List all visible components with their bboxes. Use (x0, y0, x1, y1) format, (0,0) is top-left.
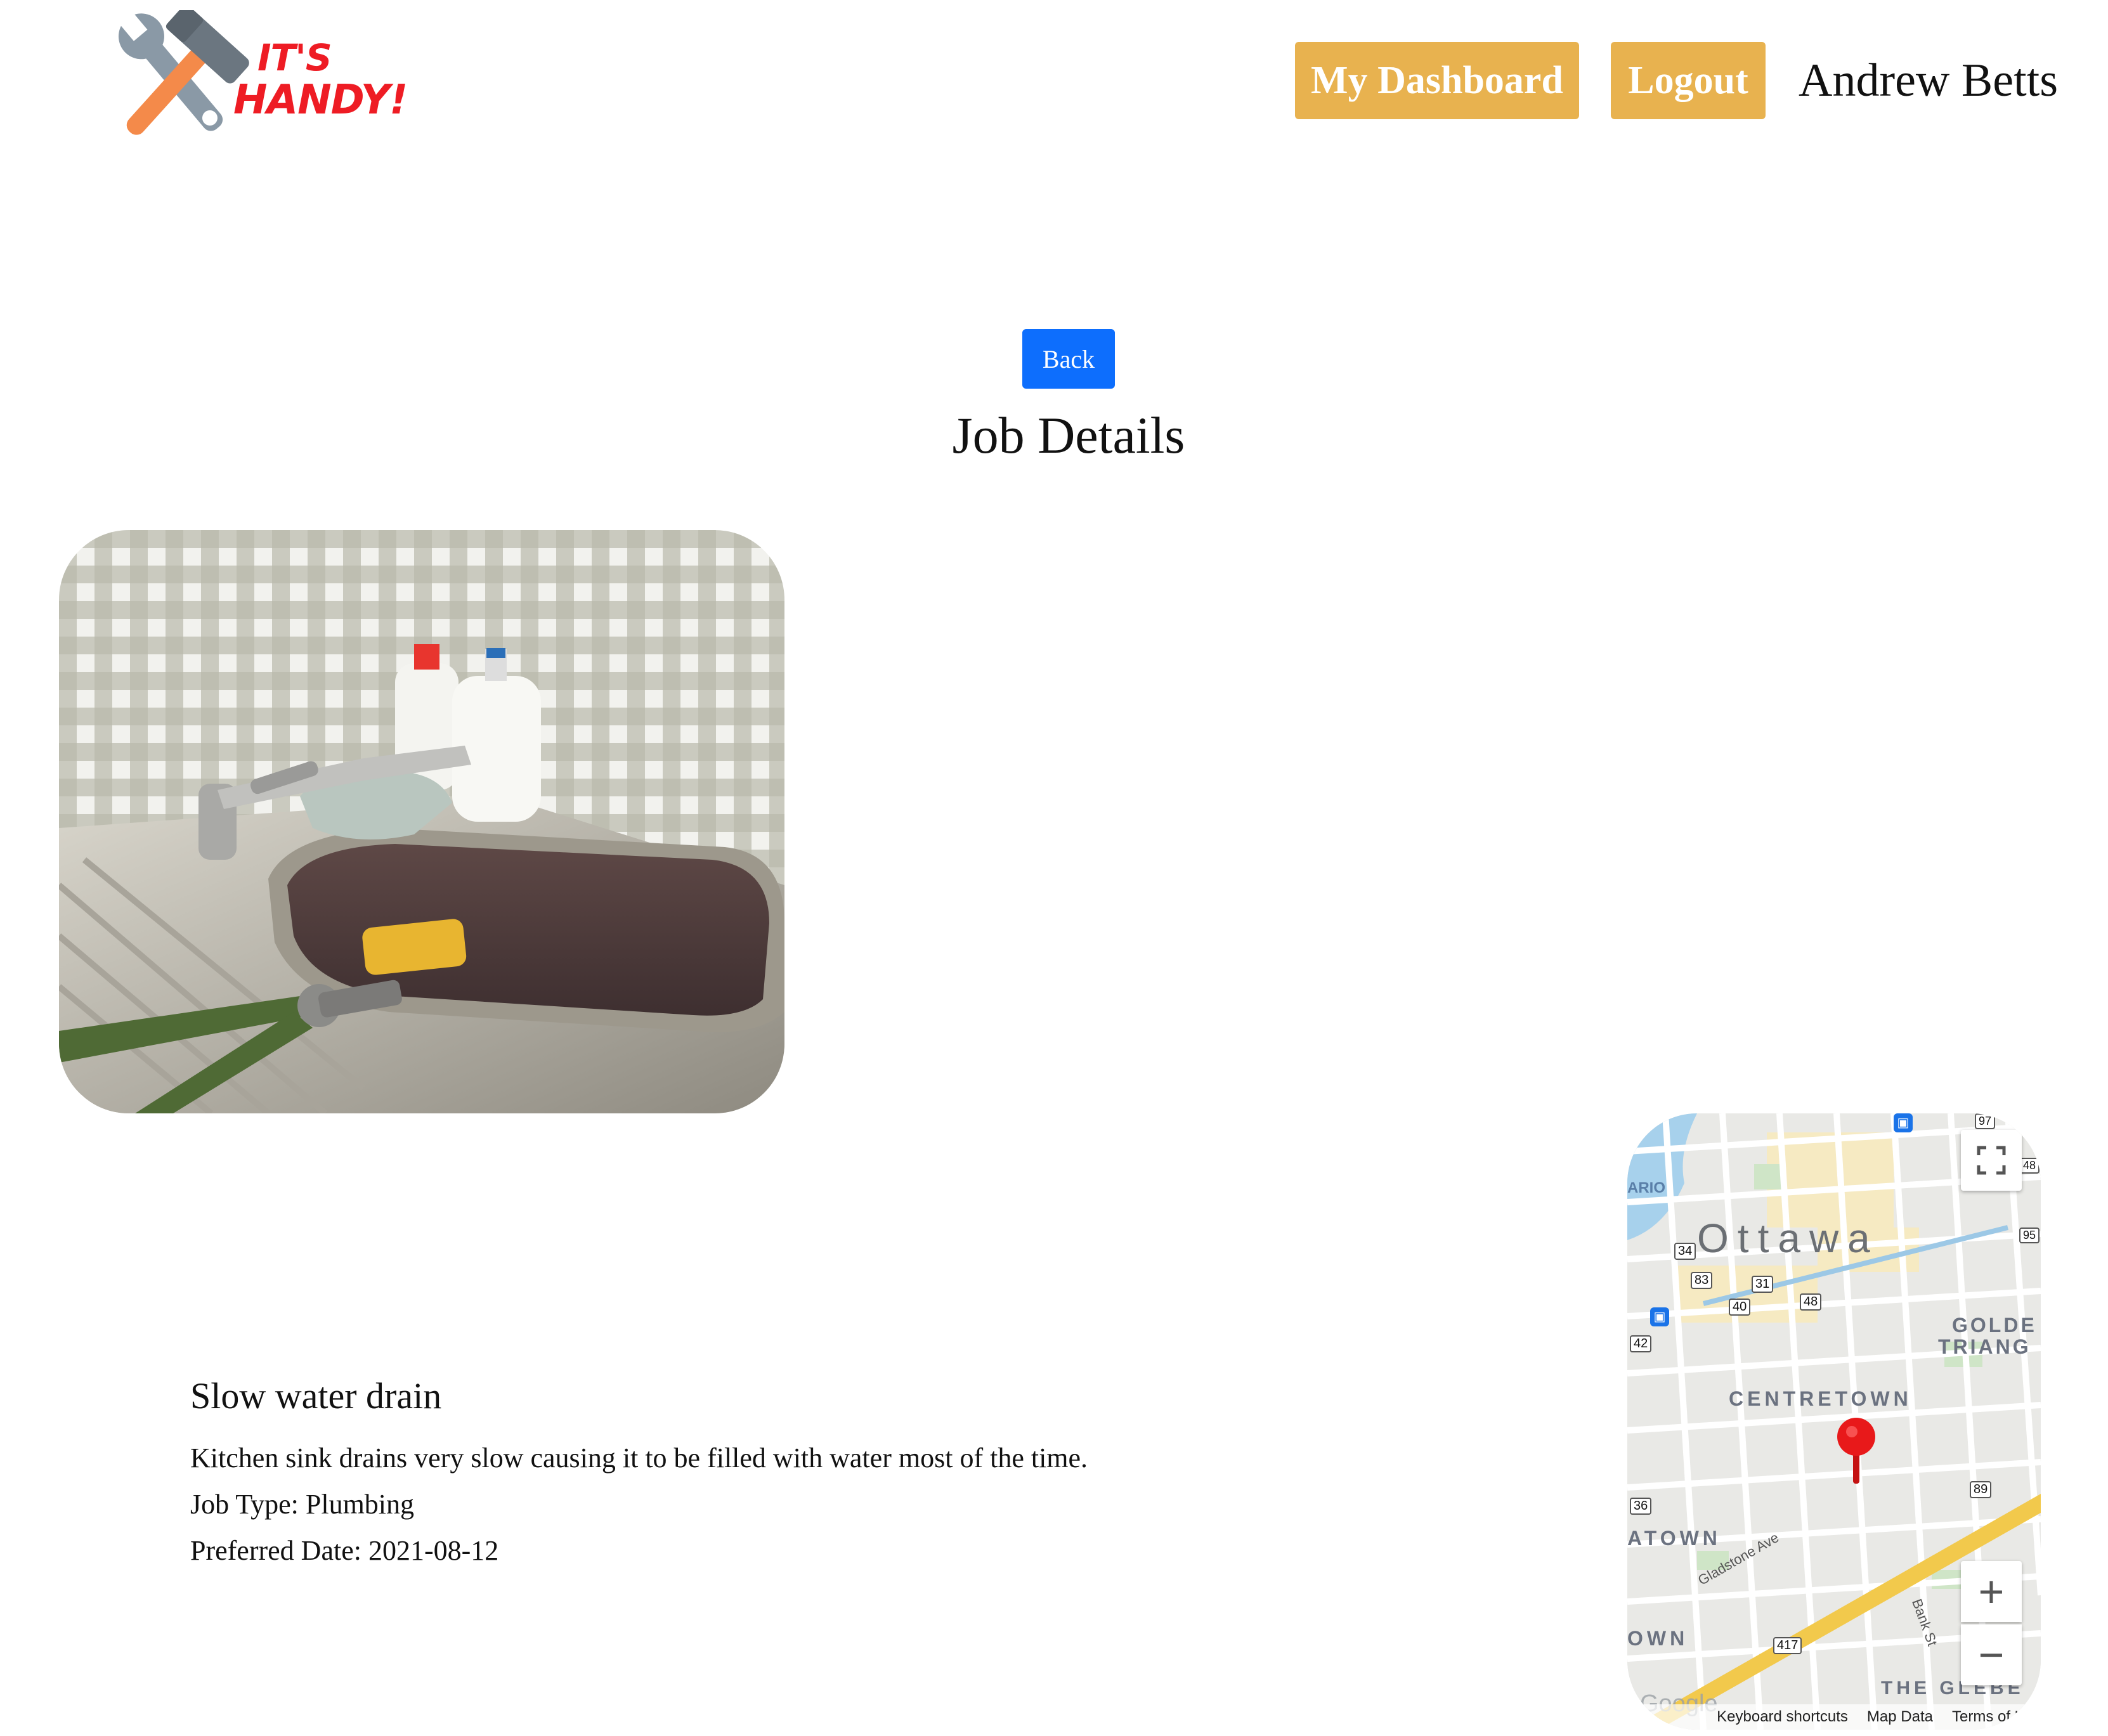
map-footer: Keyboard shortcuts Map Data Terms of U (1627, 1704, 2041, 1730)
fullscreen-icon (1977, 1146, 2006, 1175)
logout-button[interactable]: Logout (1611, 42, 1766, 119)
zoom-in-button[interactable]: + (1961, 1561, 2022, 1622)
route-badge: 83 (1691, 1272, 1713, 1289)
preferred-date-label: Preferred Date: (190, 1535, 361, 1566)
logo[interactable]: IT'S HANDY! (107, 4, 408, 151)
sink-image (59, 530, 784, 1113)
map-label-ario: ARIO (1627, 1179, 1665, 1196)
keyboard-shortcuts-link[interactable]: Keyboard shortcuts (1717, 1708, 1848, 1726)
map-label-own: OWN (1627, 1627, 1689, 1650)
map[interactable]: Ottawa CENTRETOWN GOLDE TRIANG ATOWN OWN… (1627, 1113, 2041, 1730)
job-type: Job Type: Plumbing (190, 1481, 1088, 1527)
user-name: Andrew Betts (1799, 55, 2058, 107)
map-label-ottawa: Ottawa (1697, 1215, 1879, 1261)
job-type-label: Job Type: (190, 1489, 299, 1520)
back-button[interactable]: Back (1022, 329, 1115, 389)
page-title: Job Details (952, 406, 1185, 464)
route-badge: 89 (1970, 1481, 1992, 1498)
map-label-atown: ATOWN (1627, 1527, 1721, 1550)
map-label-triangle: TRIANG (1938, 1335, 2031, 1358)
route-badge: 42 (1630, 1335, 1652, 1352)
transit-icon: ▣ (1894, 1113, 1913, 1132)
map-label-golden: GOLDE (1952, 1314, 2037, 1337)
dashboard-button[interactable]: My Dashboard (1295, 42, 1579, 119)
job-description: Kitchen sink drains very slow causing it… (190, 1442, 1088, 1474)
preferred-date-value: 2021-08-12 (368, 1535, 499, 1566)
map-data-link[interactable]: Map Data (1867, 1708, 1933, 1726)
route-badge: 95 (2019, 1228, 2040, 1243)
route-badge: 48 (1800, 1293, 1822, 1311)
job-photo (59, 530, 784, 1113)
route-badge: 48 (2019, 1158, 2040, 1174)
logo-text-line2: HANDY! (233, 77, 408, 124)
location-pin-icon (1837, 1418, 1875, 1484)
terms-link[interactable]: Terms of U (1952, 1708, 2026, 1726)
route-badge: 97 (1975, 1113, 1996, 1129)
map-label-centretown: CENTRETOWN (1729, 1387, 1912, 1410)
preferred-date: Preferred Date: 2021-08-12 (190, 1527, 1088, 1574)
route-badge: 417 (1773, 1637, 1802, 1654)
logo-text-line1: IT'S (257, 36, 332, 79)
route-badge: 40 (1729, 1299, 1751, 1316)
transit-icon: ▣ (1650, 1307, 1669, 1326)
route-badge: 31 (1752, 1276, 1774, 1293)
job-type-value: Plumbing (305, 1489, 415, 1520)
job-title: Slow water drain (190, 1375, 442, 1416)
route-badge: 36 (1630, 1498, 1652, 1515)
fullscreen-button[interactable] (1961, 1130, 2022, 1191)
zoom-out-button[interactable]: − (1961, 1624, 2022, 1685)
job-info: Slow water drain Kitchen sink drains ver… (190, 1375, 1088, 1574)
route-badge: 34 (1674, 1243, 1696, 1260)
